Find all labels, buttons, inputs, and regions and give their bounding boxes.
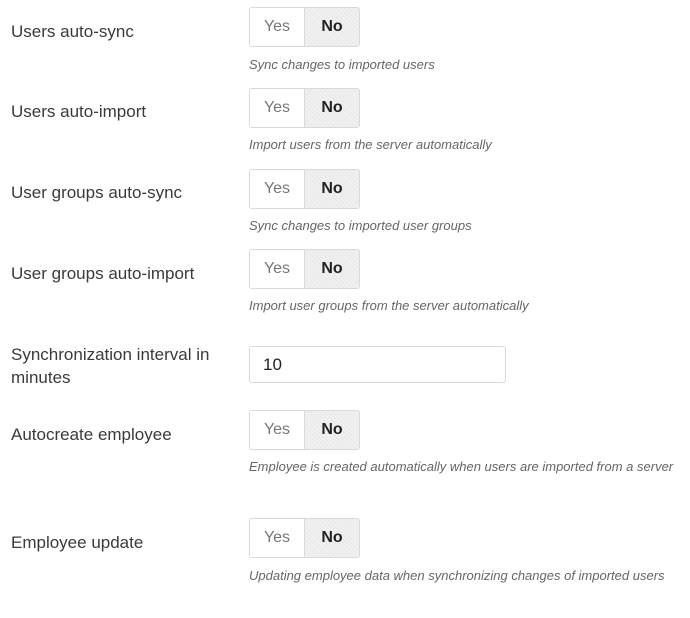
users-auto-import-yes-button[interactable]: Yes [250,89,304,127]
user-groups-auto-import-help: Import user groups from the server autom… [249,298,529,313]
user-groups-auto-import-toggle: Yes No [249,249,360,289]
autocreate-employee-label: Autocreate employee [11,425,172,444]
users-auto-sync-yes-button[interactable]: Yes [250,8,304,46]
users-auto-import-no-button[interactable]: No [304,89,359,127]
users-auto-import-toggle: Yes No [249,88,360,128]
autocreate-employee-yes-button[interactable]: Yes [250,411,304,449]
user-groups-auto-sync-label: User groups auto-sync [11,183,183,202]
user-groups-auto-import-yes-button[interactable]: Yes [250,250,304,288]
user-groups-auto-import-no-button[interactable]: No [304,250,359,288]
user-groups-auto-sync-yes-button[interactable]: Yes [250,170,304,208]
users-auto-sync-help: Sync changes to imported users [249,57,435,72]
autocreate-employee-help: Employee is created automatically when u… [249,459,674,474]
employee-update-help: Updating employee data when synchronizin… [249,568,665,583]
employee-update-no-button[interactable]: No [304,519,359,557]
autocreate-employee-no-button[interactable]: No [304,411,359,449]
user-groups-auto-import-label: User groups auto-import [11,264,195,283]
users-auto-sync-toggle: Yes No [249,7,360,47]
employee-update-toggle: Yes No [249,518,360,558]
employee-update-yes-button[interactable]: Yes [250,519,304,557]
sync-interval-label: Synchronization interval in minutes [11,345,210,387]
users-auto-import-label: Users auto-import [11,102,147,121]
users-auto-import-help: Import users from the server automatical… [249,137,492,152]
user-groups-auto-sync-no-button[interactable]: No [304,170,359,208]
employee-update-label: Employee update [11,533,144,552]
users-auto-sync-no-button[interactable]: No [304,8,359,46]
users-auto-sync-label: Users auto-sync [11,22,134,41]
autocreate-employee-toggle: Yes No [249,410,360,450]
user-groups-auto-sync-help: Sync changes to imported user groups [249,218,472,233]
user-groups-auto-sync-toggle: Yes No [249,169,360,209]
sync-interval-input[interactable] [249,346,506,383]
